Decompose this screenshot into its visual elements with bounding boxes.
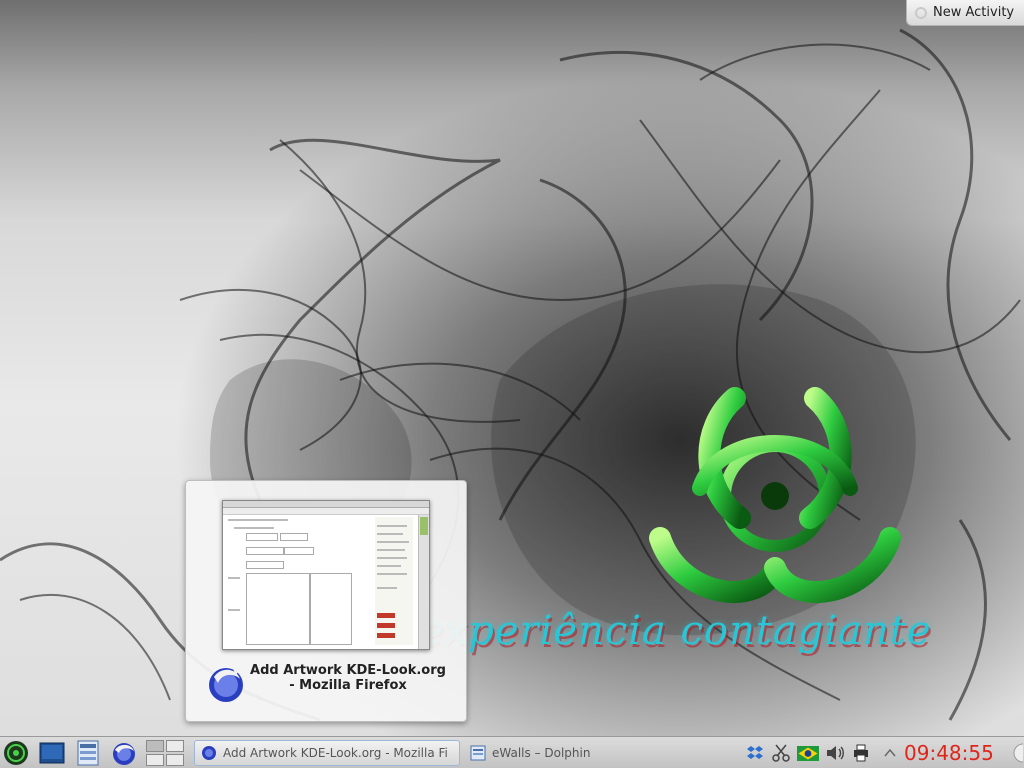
- virtual-desktop-pager[interactable]: [146, 740, 186, 766]
- printer-tray[interactable]: [850, 740, 872, 766]
- task-label: Add Artwork KDE-Look.org - Mozilla Fi: [223, 746, 448, 760]
- desktop-wallpaper[interactable]: experiência contagiante New Activity Add…: [0, 0, 1024, 736]
- show-desktop-button[interactable]: [38, 740, 66, 766]
- volume-tray[interactable]: [824, 740, 846, 766]
- klipper-scissors-icon: [772, 744, 790, 762]
- application-menu-button[interactable]: [2, 740, 30, 766]
- printer-icon: [854, 744, 868, 762]
- pager-desktop-2[interactable]: [166, 740, 184, 752]
- panel-toolbox-button[interactable]: [1006, 740, 1024, 766]
- biohazard-logo: [649, 387, 901, 603]
- firefox-icon: [113, 743, 135, 765]
- pager-desktop-4[interactable]: [166, 754, 184, 766]
- file-manager-launcher[interactable]: [74, 740, 102, 766]
- firefox-launcher[interactable]: [110, 740, 138, 766]
- dropbox-icon: [747, 746, 763, 759]
- task-label: eWalls – Dolphin: [492, 746, 591, 760]
- window-thumbnail[interactable]: [222, 500, 430, 650]
- desktop-icon: [39, 742, 65, 764]
- brazil-flag-icon: [797, 745, 819, 761]
- pager-desktop-3[interactable]: [146, 754, 164, 766]
- tooltip-window-title: Add Artwork KDE-Look.org - Mozilla Firef…: [250, 663, 446, 693]
- panel-toolbox-icon: [1013, 743, 1023, 763]
- task-dolphin[interactable]: eWalls – Dolphin: [464, 740, 664, 766]
- task-preview-tooltip: Add Artwork KDE-Look.org - Mozilla Firef…: [185, 480, 467, 722]
- biohazard-menu-icon: [4, 741, 28, 765]
- task-firefox[interactable]: Add Artwork KDE-Look.org - Mozilla Fi: [194, 740, 460, 766]
- new-activity-label: New Activity: [933, 5, 1015, 20]
- new-activity-button[interactable]: New Activity: [906, 0, 1024, 26]
- firefox-icon: [209, 667, 243, 702]
- desktop-slogan: experiência contagiante: [420, 608, 932, 654]
- tray-expand-button[interactable]: [880, 740, 900, 766]
- dropbox-tray[interactable]: [744, 740, 766, 766]
- keyboard-layout-tray[interactable]: [796, 740, 820, 766]
- pager-desktop-1[interactable]: [146, 740, 164, 752]
- dolphin-icon: [470, 745, 486, 761]
- tray-expand-arrow-icon: [884, 748, 896, 757]
- activity-icon: [915, 6, 927, 19]
- klipper-tray[interactable]: [770, 740, 792, 766]
- firefox-icon: [202, 746, 216, 760]
- taskbar-panel: Add Artwork KDE-Look.org - Mozilla Fi eW…: [0, 736, 1024, 768]
- digital-clock[interactable]: 09:48:55: [904, 740, 994, 766]
- file-manager-icon: [77, 740, 99, 766]
- volume-icon: [827, 746, 844, 760]
